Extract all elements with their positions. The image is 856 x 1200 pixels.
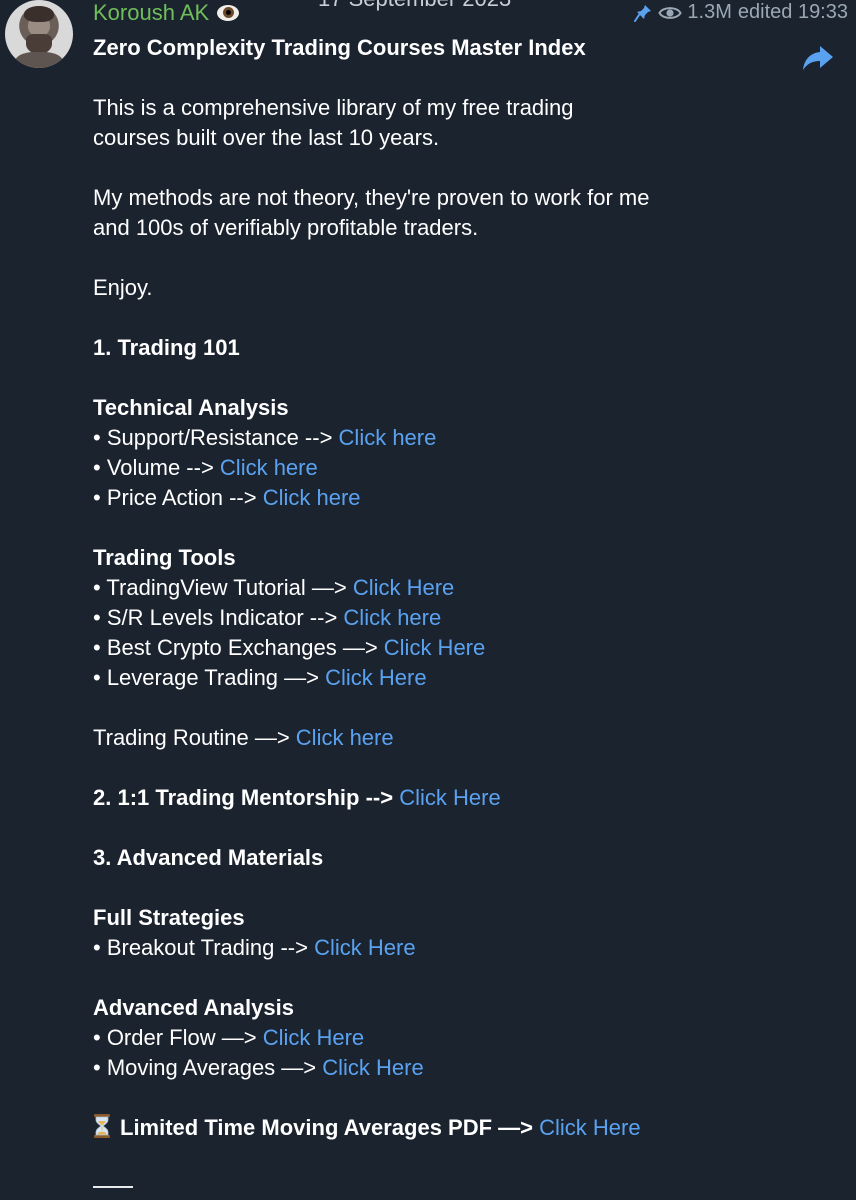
section-heading-trading-101: 1. Trading 101	[93, 335, 240, 360]
list-item: • Support/Resistance --> Click here	[93, 423, 833, 453]
methods-line-2: and 100s of verifiably profitable trader…	[93, 215, 479, 240]
edited-label: edited 19:33	[737, 1, 848, 23]
list-item-text: • Breakout Trading -->	[93, 935, 315, 960]
limited-time-text: Limited Time Moving Averages PDF —>	[120, 1115, 540, 1140]
list-item-text: • Price Action -->	[93, 485, 263, 510]
link-support-resistance[interactable]: Click here	[339, 425, 437, 450]
link-tradingview-tutorial[interactable]: Click Here	[353, 575, 454, 600]
views-count: 1.3M	[687, 1, 732, 23]
eye-icon	[658, 6, 683, 19]
list-item-text: • Leverage Trading —>	[93, 665, 326, 690]
list-item: • Order Flow —> Click Here	[93, 1023, 833, 1053]
heading-trading-tools: Trading Tools	[93, 545, 236, 570]
trading-routine-text: Trading Routine —>	[93, 725, 296, 750]
list-item-text: • Best Crypto Exchanges —>	[93, 635, 384, 660]
link-price-action[interactable]: Click here	[263, 485, 361, 510]
list-item: • Price Action --> Click here	[93, 483, 833, 513]
eye-emoji-icon	[217, 2, 240, 24]
list-item: • Volume --> Click here	[93, 453, 833, 483]
list-item-text: • S/R Levels Indicator -->	[93, 605, 344, 630]
divider	[93, 1186, 133, 1188]
intro-line-1: This is a comprehensive library of my fr…	[93, 95, 574, 120]
link-limited-time-pdf[interactable]: Click Here	[539, 1115, 640, 1140]
methods-line-1: My methods are not theory, they're prove…	[93, 185, 650, 210]
link-best-crypto-exchanges[interactable]: Click Here	[384, 635, 485, 660]
list-item: • TradingView Tutorial —> Click Here	[93, 573, 833, 603]
intro-line-2: courses built over the last 10 years.	[93, 125, 440, 150]
heading-advanced-analysis: Advanced Analysis	[93, 995, 294, 1020]
sender-name[interactable]: Koroush AK	[93, 0, 240, 26]
list-item-text: • Support/Resistance -->	[93, 425, 339, 450]
link-leverage-trading[interactable]: Click Here	[325, 665, 426, 690]
section-heading-mentorship: 2. 1:1 Trading Mentorship -->	[93, 785, 400, 810]
message-title: Zero Complexity Trading Courses Master I…	[93, 35, 586, 60]
list-item-text: • Order Flow —>	[93, 1025, 263, 1050]
link-sr-levels-indicator[interactable]: Click here	[343, 605, 441, 630]
list-item-text: • TradingView Tutorial —>	[93, 575, 353, 600]
heading-full-strategies: Full Strategies	[93, 905, 245, 930]
enjoy-text: Enjoy.	[93, 275, 153, 300]
list-item: • Leverage Trading —> Click Here	[93, 663, 833, 693]
link-order-flow[interactable]: Click Here	[263, 1025, 364, 1050]
link-mentorship[interactable]: Click Here	[399, 785, 500, 810]
pin-icon	[634, 4, 652, 22]
list-item: • Best Crypto Exchanges —> Click Here	[93, 633, 833, 663]
link-volume[interactable]: Click here	[220, 455, 318, 480]
heading-technical-analysis: Technical Analysis	[93, 395, 289, 420]
link-trading-routine[interactable]: Click here	[296, 725, 394, 750]
date-separator: 17 September 2023	[318, 0, 511, 12]
list-item-text: • Volume -->	[93, 455, 220, 480]
list-item: • Breakout Trading --> Click Here	[93, 933, 833, 963]
list-item-text: • Moving Averages —>	[93, 1055, 323, 1080]
hourglass-icon	[94, 1114, 110, 1138]
mentorship-row: 2. 1:1 Trading Mentorship --> Click Here	[93, 783, 833, 813]
list-item: • Moving Averages —> Click Here	[93, 1053, 833, 1083]
trading-routine-row: Trading Routine —> Click here	[93, 723, 833, 753]
avatar[interactable]	[5, 0, 73, 68]
sender-name-label: Koroush AK	[93, 0, 210, 25]
message-body: Zero Complexity Trading Courses Master I…	[93, 33, 833, 1143]
list-item: • S/R Levels Indicator --> Click here	[93, 603, 833, 633]
link-moving-averages[interactable]: Click Here	[322, 1055, 423, 1080]
section-heading-advanced-materials: 3. Advanced Materials	[93, 845, 324, 870]
message-meta: 1.3M edited 19:33	[634, 1, 848, 24]
link-breakout-trading[interactable]: Click Here	[314, 935, 415, 960]
limited-time-row: Limited Time Moving Averages PDF —> Clic…	[93, 1113, 833, 1143]
